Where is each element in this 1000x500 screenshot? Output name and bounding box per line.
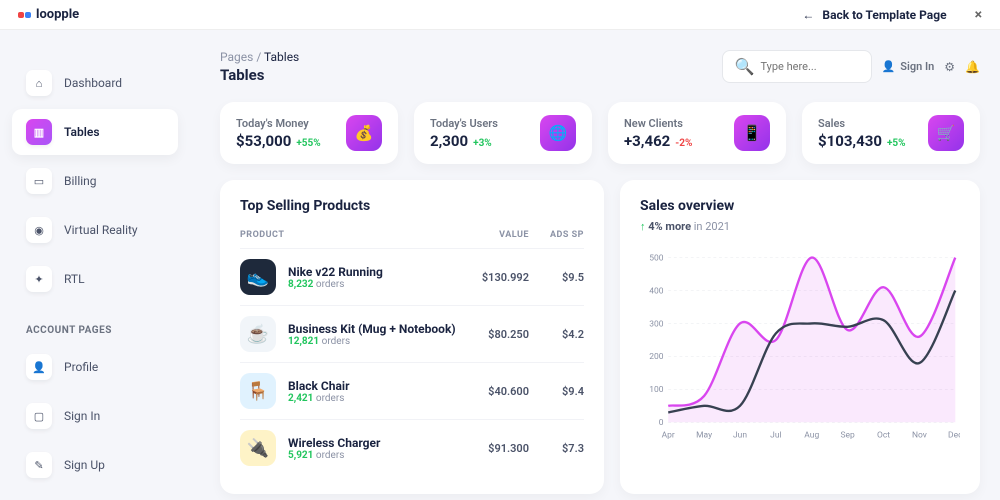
sidebar-item-rtl[interactable]: ✦RTL — [12, 256, 178, 302]
stat-icon: 🛒 — [928, 115, 964, 151]
svg-text:Nov: Nov — [912, 430, 927, 440]
stat-icon: 📱 — [734, 115, 770, 151]
sidebar-item-tables[interactable]: ▥Tables — [12, 109, 178, 155]
nav-icon: 👤 — [26, 354, 52, 380]
svg-text:May: May — [696, 430, 712, 440]
nav-icon: ▢ — [26, 403, 52, 429]
nav-icon: ✎ — [26, 452, 52, 478]
sidebar-item-sign-up[interactable]: ✎Sign Up — [12, 442, 178, 488]
logo[interactable]: loopple — [18, 7, 79, 22]
stat-card: Today's Users2,300+3%🌐 — [414, 102, 592, 164]
nav-icon: ▭ — [26, 168, 52, 194]
product-image: 🪑 — [240, 373, 276, 409]
svg-text:Jul: Jul — [770, 430, 781, 440]
arrow-up-icon: ↑ — [640, 220, 646, 233]
topbar: loopple ← Back to Template Page × — [0, 0, 1000, 30]
breadcrumb-current: Tables — [264, 50, 299, 64]
table-row[interactable]: 🔌Wireless Charger5,921 orders$91.300$7.3 — [240, 419, 584, 476]
signin-link[interactable]: 👤 Sign In — [882, 60, 935, 73]
svg-text:100: 100 — [649, 385, 664, 395]
search-input[interactable] — [760, 60, 858, 73]
user-icon: 👤 — [882, 60, 896, 73]
svg-text:300: 300 — [649, 319, 664, 329]
gear-icon[interactable]: ⚙ — [944, 60, 955, 74]
nav-icon: ◉ — [26, 217, 52, 243]
nav-icon: ⌂ — [26, 70, 52, 96]
svg-text:Apr: Apr — [662, 430, 675, 440]
bell-icon[interactable]: 🔔 — [965, 60, 980, 74]
table-row[interactable]: 🪑Black Chair2,421 orders$40.600$9.4 — [240, 362, 584, 419]
svg-text:Jun: Jun — [733, 430, 747, 440]
stat-icon: 🌐 — [540, 115, 576, 151]
panel-title: Sales overview — [640, 198, 960, 214]
sidebar-item-dashboard[interactable]: ⌂Dashboard — [12, 60, 178, 106]
stat-card: Sales$103,430+5%🛒 — [802, 102, 980, 164]
back-to-template[interactable]: ← Back to Template Page × — [802, 7, 982, 23]
svg-text:Dec: Dec — [948, 430, 960, 440]
overview-subtitle: ↑ 4% more in 2021 — [640, 220, 960, 233]
close-icon[interactable]: × — [975, 7, 982, 23]
svg-text:0: 0 — [659, 418, 664, 428]
stats-row: Today's Money$53,000+55%💰 Today's Users2,… — [220, 102, 980, 164]
table-row[interactable]: 👟Nike v22 Running8,232 orders$130.992$9.… — [240, 248, 584, 305]
back-link-text: Back to Template Page — [822, 8, 946, 22]
svg-text:200: 200 — [649, 352, 664, 362]
svg-text:400: 400 — [649, 286, 664, 296]
search-icon: 🔍 — [735, 57, 755, 76]
product-image: 🔌 — [240, 430, 276, 466]
sidebar-item-billing[interactable]: ▭Billing — [12, 158, 178, 204]
sidebar-item-virtual-reality[interactable]: ◉Virtual Reality — [12, 207, 178, 253]
svg-text:Aug: Aug — [804, 430, 819, 440]
page-title: Tables — [220, 66, 299, 84]
logo-icon — [18, 12, 31, 18]
table-row[interactable]: ☕Business Kit (Mug + Notebook)12,821 ord… — [240, 305, 584, 362]
nav-icon: ✦ — [26, 266, 52, 292]
page-header: Pages / Tables Tables 🔍 👤 Sign In ⚙ 🔔 — [220, 50, 980, 84]
svg-text:500: 500 — [649, 253, 664, 263]
top-selling-panel: Top Selling Products PRODUCT VALUE ADS S… — [220, 180, 604, 494]
product-image: ☕ — [240, 316, 276, 352]
svg-text:Sep: Sep — [841, 430, 856, 440]
sidebar-item-profile[interactable]: 👤Profile — [12, 344, 178, 390]
content: Pages / Tables Tables 🔍 👤 Sign In ⚙ 🔔 — [190, 30, 1000, 500]
breadcrumb-root[interactable]: Pages — [220, 50, 253, 64]
product-image: 👟 — [240, 259, 276, 295]
stat-icon: 💰 — [346, 115, 382, 151]
brand-text: loopple — [36, 7, 79, 22]
nav-icon: ▥ — [26, 119, 52, 145]
search-box[interactable]: 🔍 — [722, 50, 872, 83]
table-header: PRODUCT VALUE ADS SP — [240, 230, 584, 248]
svg-text:Oct: Oct — [877, 430, 890, 440]
sales-overview-panel: Sales overview ↑ 4% more in 2021 0 100 200… — [620, 180, 980, 494]
panel-title: Top Selling Products — [240, 198, 584, 214]
sidebar-item-sign-in[interactable]: ▢Sign In — [12, 393, 178, 439]
arrow-left-icon: ← — [802, 8, 814, 22]
sales-chart: 0 100 200 300 400 500 Apr May Jun Jul Aug Sep Oct Nov… — [640, 247, 960, 447]
stat-card: Today's Money$53,000+55%💰 — [220, 102, 398, 164]
sidebar-section-label: ACCOUNT PAGES — [12, 305, 178, 344]
sidebar: ⌂Dashboard▥Tables▭Billing◉Virtual Realit… — [0, 30, 190, 500]
breadcrumb: Pages / Tables — [220, 50, 299, 64]
stat-card: New Clients+3,462-2%📱 — [608, 102, 786, 164]
